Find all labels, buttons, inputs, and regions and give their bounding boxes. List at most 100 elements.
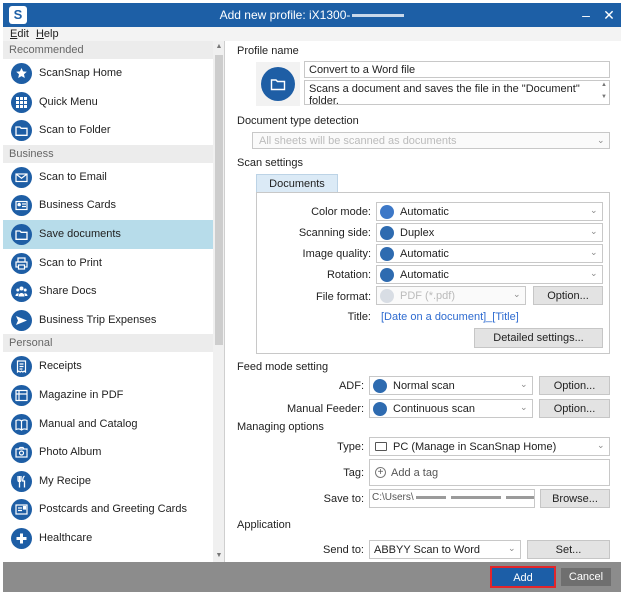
manual-feeder-value: Continuous scan — [393, 403, 475, 415]
close-button[interactable]: ✕ — [599, 5, 619, 25]
profile-description-input[interactable]: Scans a document and saves the file in t… — [304, 80, 610, 107]
scan-setting-label: Scanning side: — [298, 227, 371, 239]
sidebar-section-header: Recommended — [3, 41, 213, 59]
sidebar-section-header: Business — [3, 144, 213, 163]
scan-setting-value: Duplex — [400, 227, 435, 239]
sidebar-item-label: Quick Menu — [39, 95, 98, 108]
doc-type-select[interactable]: All sheets will be scanned as documents … — [252, 132, 610, 149]
add-tag-icon[interactable]: + — [375, 467, 386, 478]
save-to-path[interactable]: C:\Users\ — [369, 489, 535, 508]
sidebar-item-scan-to-print[interactable]: Scan to Print — [3, 249, 213, 278]
profile-sidebar: Recommended ScanSnap Home Quick Menu Scan t… — [3, 41, 225, 562]
chevron-down-icon: ⌄ — [597, 135, 605, 145]
sidebar-item-save-documents[interactable]: Save documents — [3, 219, 213, 249]
scan-setting-label: Color mode: — [311, 206, 371, 218]
scan-settings-heading: Scan settings — [237, 157, 304, 169]
sidebar-item-scansnap-home[interactable]: ScanSnap Home — [3, 59, 213, 88]
scan-setting-value: Automatic — [400, 269, 449, 281]
sidebar-item-label: My Recipe — [39, 474, 91, 487]
profile-name-heading: Profile name — [237, 45, 299, 57]
health-icon — [11, 527, 32, 549]
adf-option-button[interactable]: Option... — [539, 376, 610, 395]
scan-setting-label: Image quality: — [302, 248, 371, 260]
sidebar-scrollbar[interactable]: ▲ ▼ — [213, 41, 224, 562]
file-format-select[interactable]: PDF (*.pdf) ⌄ — [376, 286, 526, 305]
scan-setting-value: Automatic — [400, 248, 449, 260]
title-pattern-link[interactable]: [Date on a document]_[Title] — [381, 311, 519, 323]
title-label: Title: — [347, 311, 371, 323]
profile-icon-frame[interactable] — [256, 62, 300, 106]
scan-setting-select[interactable]: Automatic ⌄ — [376, 265, 603, 284]
chevron-down-icon: ⌄ — [597, 440, 605, 450]
manual-feeder-select[interactable]: Continuous scan ⌄ — [369, 399, 533, 418]
scan-setting-select[interactable]: Automatic ⌄ — [376, 244, 603, 263]
minimize-button[interactable]: – — [576, 5, 596, 25]
window-title: Add new profile: iX1300- — [3, 8, 621, 22]
chevron-down-icon: ⌄ — [520, 402, 528, 412]
scan-setting-select[interactable]: Automatic ⌄ — [376, 202, 603, 221]
add-tag-text[interactable]: Add a tag — [391, 467, 438, 479]
sidebar-item-business-cards[interactable]: Business Cards — [3, 191, 213, 220]
sidebar-item-magazine-in-pdf[interactable]: Magazine in PDF — [3, 381, 213, 410]
feed-mode-heading: Feed mode setting — [237, 361, 329, 373]
scan-setting-value: Automatic — [400, 206, 449, 218]
file-format-value: PDF (*.pdf) — [400, 290, 456, 302]
sidebar-item-quick-menu[interactable]: Quick Menu — [3, 88, 213, 117]
doc-type-heading: Document type detection — [237, 115, 359, 127]
menu-help[interactable]: Help — [36, 27, 59, 41]
sidebar-item-label: Healthcare — [39, 531, 93, 544]
sidebar-item-photo-album[interactable]: Photo Album — [3, 438, 213, 467]
sidebar-item-postcards-and-greeting-cards[interactable]: Postcards and Greeting Cards — [3, 495, 213, 524]
sidebar-item-label: Postcards and Greeting Cards — [39, 503, 187, 516]
adf-select[interactable]: Normal scan ⌄ — [369, 376, 533, 395]
browse-button[interactable]: Browse... — [540, 489, 610, 508]
scanning-side-icon — [380, 226, 394, 240]
menu-edit[interactable]: Edit — [10, 27, 29, 41]
sidebar-item-scan-to-email[interactable]: Scan to Email — [3, 163, 213, 192]
sidebar-item-manual-and-catalog[interactable]: Manual and Catalog — [3, 410, 213, 439]
monitor-icon — [375, 442, 387, 451]
magazine-icon — [11, 384, 32, 406]
cancel-button[interactable]: Cancel — [561, 568, 611, 586]
sidebar-item-business-trip-expenses[interactable]: Business Trip Expenses — [3, 306, 213, 335]
add-button[interactable]: Add — [490, 566, 556, 588]
file-format-label: File format: — [315, 291, 371, 303]
type-label: Type: — [337, 441, 364, 453]
scan-setting-select[interactable]: Duplex ⌄ — [376, 223, 603, 242]
sidebar-item-healthcare[interactable]: Healthcare — [3, 524, 213, 553]
description-scroll-up-icon[interactable]: ▲ — [601, 82, 607, 88]
grid-icon — [11, 91, 32, 113]
manual-feeder-option-button[interactable]: Option... — [539, 399, 610, 418]
image-quality-icon — [380, 247, 394, 261]
managing-options-heading: Managing options — [237, 421, 324, 433]
book-icon — [11, 413, 32, 435]
sidebar-item-scan-to-folder[interactable]: Scan to Folder — [3, 116, 213, 145]
scroll-thumb[interactable] — [215, 55, 223, 345]
tag-field[interactable]: + Add a tag — [369, 459, 610, 486]
adf-label: ADF: — [338, 380, 364, 392]
scroll-down-icon[interactable]: ▼ — [213, 550, 224, 562]
masked-serial — [352, 14, 405, 18]
detailed-settings-button[interactable]: Detailed settings... — [474, 328, 603, 348]
users-icon — [11, 281, 32, 303]
description-scroll-down-icon[interactable]: ▼ — [601, 94, 607, 100]
send-to-label: Send to: — [323, 544, 364, 556]
send-to-select[interactable]: ABBYY Scan to Word ⌄ — [369, 540, 521, 559]
file-format-option-button[interactable]: Option... — [533, 286, 603, 305]
sidebar-item-receipts[interactable]: Receipts — [3, 352, 213, 381]
profile-name-input[interactable]: Convert to a Word file — [304, 61, 610, 78]
type-select[interactable]: PC (Manage in ScanSnap Home) ⌄ — [369, 437, 610, 456]
sidebar-item-label: Magazine in PDF — [39, 388, 124, 401]
type-value: PC (Manage in ScanSnap Home) — [393, 441, 557, 453]
manual-feeder-label: Manual Feeder: — [286, 403, 364, 415]
sidebar-item-share-docs[interactable]: Share Docs — [3, 277, 213, 306]
set-button[interactable]: Set... — [527, 540, 610, 559]
postcard-icon — [11, 499, 32, 521]
adf-value: Normal scan — [393, 380, 455, 392]
sidebar-item-my-recipe[interactable]: My Recipe — [3, 467, 213, 496]
chevron-down-icon: ⌄ — [508, 543, 516, 553]
tab-documents[interactable]: Documents — [256, 174, 338, 193]
sidebar-item-label: Share Docs — [39, 285, 97, 298]
profile-list: Recommended ScanSnap Home Quick Menu Scan t… — [3, 41, 213, 553]
scroll-up-icon[interactable]: ▲ — [213, 41, 224, 53]
